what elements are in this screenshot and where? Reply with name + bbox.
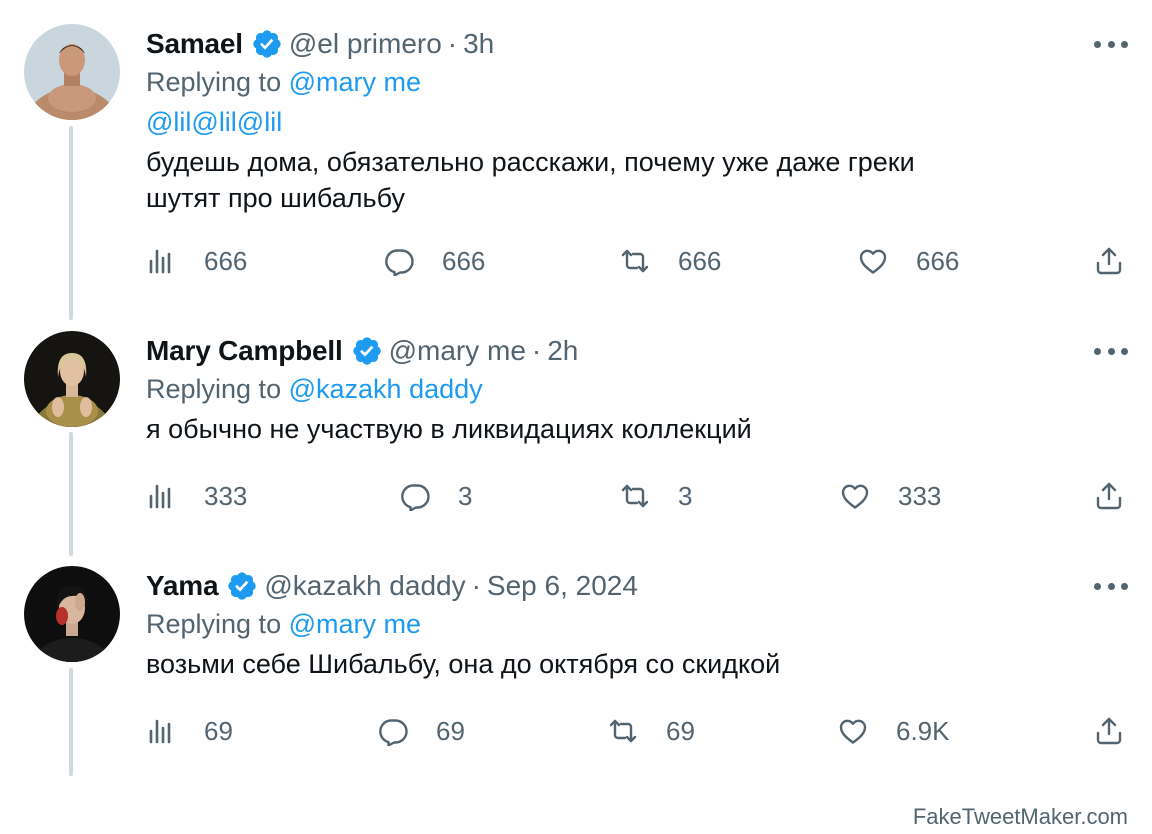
share-icon	[1096, 247, 1122, 275]
avatar[interactable]	[24, 331, 120, 427]
retweet-count: 69	[666, 715, 695, 746]
author-handle[interactable]: @el primero	[289, 28, 442, 60]
tweet-header: Mary Campbell @mary me · 2h	[146, 333, 578, 369]
more-icon[interactable]	[1094, 345, 1128, 357]
retweet-icon	[621, 249, 649, 273]
share-icon	[1096, 717, 1122, 745]
verified-badge-icon	[251, 28, 283, 60]
action-bar: 666 666 666 666	[146, 241, 1130, 281]
verified-badge-icon	[351, 335, 383, 367]
reply-prefix: Replying to	[146, 609, 282, 639]
like-icon	[841, 484, 869, 509]
avatar[interactable]	[24, 24, 120, 120]
like-count: 333	[898, 480, 942, 511]
timestamp[interactable]: 3h	[463, 28, 494, 60]
reply-button[interactable]: 3	[400, 476, 472, 516]
timestamp[interactable]: Sep 6, 2024	[487, 570, 638, 602]
action-bar: 69 69 69 6.9K	[146, 711, 1130, 751]
retweet-count: 666	[678, 245, 722, 276]
more-icon[interactable]	[1094, 580, 1128, 592]
reply-icon	[379, 719, 408, 746]
like-button[interactable]: 666	[858, 241, 959, 281]
author-handle[interactable]: @mary me	[389, 335, 526, 367]
views-count: 666	[204, 245, 248, 276]
author-name[interactable]: Yama	[146, 570, 219, 602]
reply-icon	[401, 484, 430, 511]
like-icon	[859, 249, 887, 274]
thread-line	[69, 126, 73, 320]
reply-count: 69	[436, 715, 465, 746]
reply-to-link[interactable]: @kazakh daddy	[289, 374, 483, 404]
views-count: 69	[204, 715, 233, 746]
author-handle[interactable]: @kazakh daddy	[264, 570, 465, 602]
retweet-icon	[621, 484, 649, 508]
thread-line	[69, 668, 73, 776]
like-button[interactable]: 6.9K	[838, 711, 950, 751]
views-count: 333	[204, 480, 248, 511]
retweet-button[interactable]: 69	[608, 711, 695, 751]
like-button[interactable]: 333	[840, 476, 941, 516]
reply-context: Replying to @kazakh daddy	[146, 371, 483, 407]
like-icon	[839, 719, 867, 744]
author-name[interactable]: Samael	[146, 28, 243, 60]
reply-count: 666	[442, 245, 486, 276]
separator: ·	[471, 570, 481, 601]
reply-context: Replying to @mary me	[146, 64, 421, 100]
tweet-text: будешь дома, обязательно расскажи, почем…	[146, 147, 915, 177]
reply-prefix: Replying to	[146, 374, 282, 404]
views-button[interactable]: 69	[146, 711, 233, 751]
like-count: 6.9K	[896, 715, 950, 746]
tweet-text: возьми себе Шибальбу, она до октября со …	[146, 649, 781, 679]
tweet-text: я обычно не участвую в ликвидациях колле…	[146, 414, 752, 444]
reply-prefix: Replying to	[146, 67, 282, 97]
retweet-icon	[609, 719, 637, 743]
reply-button[interactable]: 666	[384, 241, 485, 281]
tweet-text: шутят про шибальбу	[146, 183, 405, 213]
author-name[interactable]: Mary Campbell	[146, 335, 343, 367]
watermark: FakeTweetMaker.com	[912, 804, 1128, 829]
tweet-header: Yama @kazakh daddy · Sep 6, 2024	[146, 568, 638, 604]
avatar[interactable]	[24, 566, 120, 662]
retweet-button[interactable]: 3	[620, 476, 692, 516]
more-icon[interactable]	[1094, 38, 1128, 50]
thread-line	[69, 432, 73, 556]
separator: ·	[531, 335, 542, 366]
mention-link[interactable]: @lil@lil@lil	[146, 104, 282, 140]
reply-count: 3	[458, 480, 473, 511]
separator: ·	[447, 28, 458, 59]
timestamp[interactable]: 2h	[547, 335, 578, 367]
verified-badge-icon	[226, 570, 258, 602]
retweet-button[interactable]: 666	[620, 241, 721, 281]
views-icon	[149, 719, 171, 744]
views-button[interactable]: 333	[146, 476, 247, 516]
views-icon	[149, 484, 171, 509]
retweet-count: 3	[678, 480, 693, 511]
reply-context: Replying to @mary me	[146, 606, 421, 642]
like-count: 666	[916, 245, 960, 276]
reply-icon	[385, 249, 414, 276]
share-button[interactable]	[1094, 241, 1124, 281]
share-button[interactable]	[1094, 476, 1124, 516]
action-bar: 333 3 3 333	[146, 476, 1130, 516]
reply-button[interactable]: 69	[378, 711, 465, 751]
views-button[interactable]: 666	[146, 241, 247, 281]
reply-to-link[interactable]: @mary me	[289, 67, 421, 97]
tweet-header: Samael @el primero · 3h	[146, 26, 494, 62]
share-button[interactable]	[1094, 711, 1124, 751]
reply-to-link[interactable]: @mary me	[289, 609, 421, 639]
share-icon	[1096, 482, 1122, 510]
views-icon	[149, 249, 171, 274]
